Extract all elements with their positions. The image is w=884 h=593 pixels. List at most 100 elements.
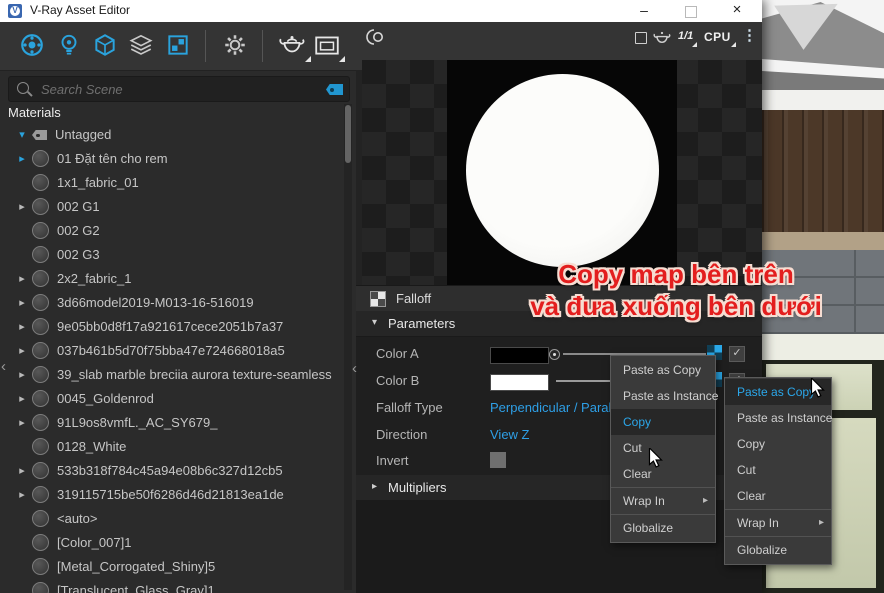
title-bar: V V-Ray Asset Editor – ×	[0, 0, 762, 22]
material-row[interactable]: 2x2_fabric_1	[2, 266, 342, 290]
frame-buffer-dropdown-arrow-icon[interactable]	[339, 56, 345, 62]
material-row[interactable]: 002 G2	[2, 218, 342, 242]
menu-item-label: Cut	[623, 441, 642, 455]
menu-item[interactable]: Cut	[725, 457, 831, 483]
material-preview-icon	[32, 582, 49, 593]
teapot-icon	[277, 32, 307, 58]
tag-filter-toggle[interactable]	[326, 84, 343, 95]
material-row[interactable]: 002 G3	[2, 242, 342, 266]
menu-item[interactable]: Paste as Instance	[611, 383, 715, 409]
color-a-slider-knob[interactable]	[549, 349, 560, 360]
direction-value[interactable]: View Z	[490, 427, 530, 442]
material-preview-icon	[32, 534, 49, 551]
material-row[interactable]: 0128_White	[2, 434, 342, 458]
interactive-render-button[interactable]	[652, 29, 678, 57]
render-window-button[interactable]	[313, 32, 343, 60]
expand-arrow-icon[interactable]	[14, 344, 30, 357]
material-row[interactable]: 0045_Goldenrod	[2, 386, 342, 410]
material-row[interactable]: 037b461b5d70f75bba47e724668018a5	[2, 338, 342, 362]
menu-item[interactable]: Wrap In	[611, 488, 715, 515]
menu-item[interactable]: Globalize	[725, 537, 831, 563]
collapse-preview-chevron-icon[interactable]: ‹	[352, 362, 357, 376]
materials-category-button[interactable]	[19, 32, 45, 60]
menu-item[interactable]: Paste as Instance	[725, 405, 831, 431]
engine-dropdown-arrow-icon[interactable]	[731, 42, 736, 47]
section-collapsed-icon[interactable]: ▸	[372, 481, 377, 492]
expand-arrow-icon[interactable]	[14, 464, 30, 477]
material-label: <auto>	[57, 511, 98, 526]
material-label: 91L9os8vmfL._AC_SY679_	[57, 415, 217, 430]
render-button[interactable]	[277, 32, 309, 60]
material-label: Untagged	[55, 127, 111, 142]
material-row[interactable]: 1x1_fabric_01	[2, 170, 342, 194]
minimize-button[interactable]: –	[627, 0, 661, 22]
menu-item[interactable]: Globalize	[611, 515, 715, 541]
menu-item-label: Copy	[737, 437, 765, 451]
materials-sphere-icon	[19, 32, 45, 58]
frame-ratio-selector[interactable]: 1/1	[678, 30, 693, 42]
maximize-button[interactable]	[685, 6, 697, 18]
layers-category-button[interactable]	[128, 32, 154, 60]
expand-arrow-icon[interactable]	[14, 128, 30, 141]
expand-arrow-icon[interactable]	[14, 488, 30, 501]
color-a-checkbox[interactable]: ✓	[729, 346, 745, 362]
search-input[interactable]	[39, 79, 293, 99]
invert-checkbox[interactable]	[490, 452, 506, 468]
material-row[interactable]: [Translucent_Glass_Gray]1	[2, 578, 342, 593]
stop-render-button[interactable]	[635, 32, 647, 44]
preview-compare-icon[interactable]	[366, 28, 386, 51]
menu-item[interactable]: Paste as Copy	[611, 357, 715, 383]
material-row[interactable]: 01 Đặt tên cho rem	[2, 146, 342, 170]
lights-category-button[interactable]	[56, 32, 82, 60]
material-row[interactable]: 91L9os8vmfL._AC_SY679_	[2, 410, 342, 434]
menu-item[interactable]: Copy	[725, 431, 831, 457]
close-button[interactable]: ×	[720, 0, 754, 22]
render-engine-selector[interactable]: CPU	[704, 30, 731, 44]
expand-arrow-icon[interactable]	[14, 416, 30, 429]
material-row[interactable]: <auto>	[2, 506, 342, 530]
render-dropdown-arrow-icon[interactable]	[305, 56, 311, 62]
color-a-swatch[interactable]	[490, 347, 549, 364]
expand-arrow-icon[interactable]	[14, 368, 30, 381]
textures-category-button[interactable]	[165, 32, 191, 60]
submenu-arrow-icon	[703, 488, 708, 514]
color-b-swatch[interactable]	[490, 374, 549, 391]
material-row[interactable]: 002 G1	[2, 194, 342, 218]
material-row[interactable]: 3d66model2019-M013-16-516019	[2, 290, 342, 314]
menu-item[interactable]: Clear	[725, 483, 831, 510]
expand-arrow-icon[interactable]	[14, 296, 30, 309]
section-expand-icon[interactable]: ▾	[372, 317, 377, 328]
expand-arrow-icon[interactable]	[14, 272, 30, 285]
frame-ratio-dropdown-arrow-icon[interactable]	[692, 42, 697, 47]
material-row[interactable]: 533b318f784c45a94e08b6c327d12cb5	[2, 458, 342, 482]
geometry-category-button[interactable]	[92, 32, 118, 60]
material-label: 002 G3	[57, 247, 100, 262]
material-row[interactable]: Untagged	[2, 122, 342, 146]
material-preview-icon	[32, 510, 49, 527]
expand-arrow-icon[interactable]	[14, 152, 30, 165]
expand-arrow-icon[interactable]	[14, 392, 30, 405]
counter-band	[762, 232, 884, 252]
collapse-left-chevron-icon[interactable]: ‹	[1, 360, 6, 374]
expand-arrow-icon[interactable]	[14, 320, 30, 333]
kebab-menu-button[interactable]: ⋮	[742, 26, 757, 44]
material-label: 002 G2	[57, 223, 100, 238]
menu-item[interactable]: Wrap In	[725, 510, 831, 537]
frame-buffer-icon	[313, 32, 341, 58]
materials-scrollbar[interactable]	[344, 104, 352, 590]
settings-button[interactable]	[222, 32, 248, 60]
material-row[interactable]: 319115715be50f6286d46d21813ea1de	[2, 482, 342, 506]
material-row[interactable]: [Metal_Corrogated_Shiny]5	[2, 554, 342, 578]
material-label: 0045_Goldenrod	[57, 391, 154, 406]
material-row[interactable]: 39_slab marble breciia aurora texture-se…	[2, 362, 342, 386]
expand-arrow-icon[interactable]	[14, 200, 30, 213]
material-row[interactable]: [Color_007]1	[2, 530, 342, 554]
texture-type-icon	[370, 291, 386, 307]
color-b-label: Color B	[376, 373, 419, 388]
annotation-line-2: và đưa xuống bên dưới	[500, 290, 852, 322]
material-row[interactable]: 9e05bb0d8f17a921617cece2051b7a37	[2, 314, 342, 338]
falloff-type-value[interactable]: Perpendicular / Parallel	[490, 400, 624, 415]
wood-cabinet	[762, 110, 884, 232]
menu-item[interactable]: Copy	[611, 409, 715, 435]
scrollbar-thumb[interactable]	[345, 105, 351, 163]
